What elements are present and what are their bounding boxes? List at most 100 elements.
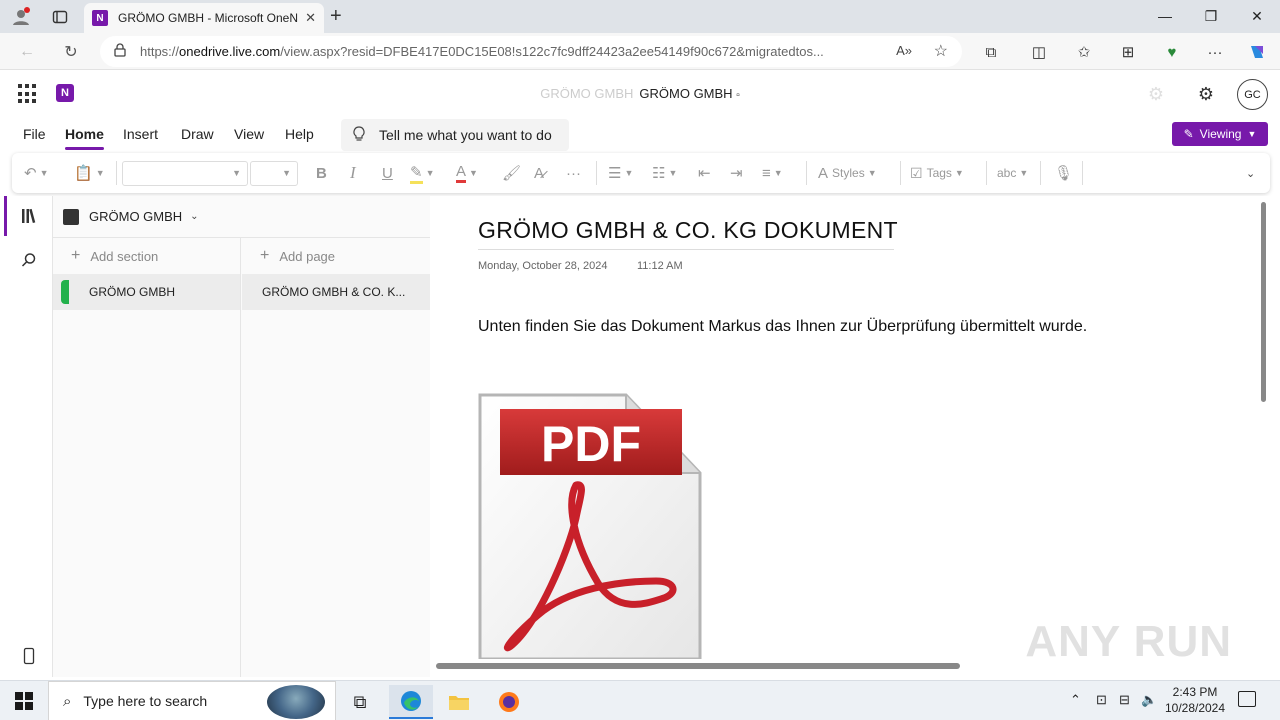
notifications-icon[interactable]	[1238, 691, 1256, 707]
tab-insert[interactable]: Insert	[123, 126, 158, 142]
address-toolbar: ← ↻ https://onedrive.live.com/view.aspx?…	[0, 33, 1280, 70]
close-tab-icon[interactable]: ✕	[305, 10, 316, 26]
start-button[interactable]	[0, 681, 48, 720]
volume-icon[interactable]: 🔈	[1141, 692, 1157, 708]
faded-gear-icon: ⚙	[1147, 84, 1164, 104]
account-avatar[interactable]: GC	[1237, 79, 1268, 110]
rail-active-indicator	[4, 196, 7, 236]
clear-format-icon[interactable]: A̷	[534, 162, 544, 184]
show-hidden-icons-icon[interactable]: ⌃	[1070, 692, 1081, 708]
notebook-name: GRÖMO GMBH	[89, 209, 183, 224]
edge-taskbar-icon[interactable]	[389, 685, 433, 719]
file-explorer-icon[interactable]	[437, 685, 481, 719]
back-icon[interactable]: ←	[14, 39, 40, 65]
bullets-icon[interactable]: ☰ ▼	[608, 162, 633, 184]
add-section-button[interactable]: + Add section	[53, 238, 240, 274]
extensions-icon[interactable]: ⧉	[978, 39, 1004, 65]
page-label: GRÖMO GMBH & CO. K...	[262, 285, 406, 299]
italic-button[interactable]: I	[350, 162, 356, 184]
tab-actions-icon[interactable]	[47, 4, 73, 30]
search-icon: ⌕	[63, 692, 72, 710]
tab-help[interactable]: Help	[285, 126, 314, 142]
task-view-icon[interactable]: ⧉	[338, 685, 382, 719]
tab-draw[interactable]: Draw	[181, 126, 214, 142]
underline-button[interactable]: U	[382, 162, 393, 184]
window-close-icon[interactable]: ✕	[1234, 4, 1280, 28]
search-icon[interactable]	[18, 249, 40, 271]
tell-me-search[interactable]: Tell me what you want to do	[341, 119, 569, 151]
tab-home[interactable]: Home	[65, 126, 104, 150]
more-menu-icon[interactable]: ···	[1202, 39, 1228, 65]
page-canvas[interactable]: GRÖMO GMBH & CO. KG DOKUMENT Monday, Oct…	[430, 196, 1276, 677]
minimize-icon[interactable]: —	[1142, 4, 1188, 28]
page-item[interactable]: GRÖMO GMBH & CO. K...	[242, 274, 430, 310]
align-icon[interactable]: ≡ ▼	[762, 162, 783, 184]
notebooks-icon[interactable]	[18, 205, 40, 227]
tags-button[interactable]: ☑ Tags ▼	[910, 162, 964, 184]
font-color-icon[interactable]: A ▼	[456, 162, 478, 184]
format-painter-icon[interactable]: 🖌	[502, 162, 521, 184]
settings-gear-icon[interactable]: ⚙	[1198, 84, 1214, 105]
browser-tab-bar: N GRÖMO GMBH - Microsoft OneNote ✕ + — ❐…	[0, 0, 1280, 33]
page-time: 11:12 AM	[637, 260, 683, 272]
tab-file[interactable]: File	[23, 126, 46, 142]
divider	[116, 161, 117, 185]
title-underline	[478, 249, 894, 250]
section-item[interactable]: GRÖMO GMBH	[53, 274, 240, 310]
refresh-icon[interactable]: ↻	[58, 39, 84, 65]
indent-icon[interactable]: ⇥	[730, 162, 743, 184]
chevron-down-icon: ▼	[1247, 129, 1257, 139]
pdf-label: PDF	[541, 416, 641, 472]
document-title: GRÖMO GMBH GRÖMO GMBH ▫	[540, 86, 740, 101]
horizontal-scrollbar[interactable]	[436, 663, 960, 669]
new-tab-icon[interactable]: +	[330, 5, 342, 28]
page-title: GRÖMO GMBH & CO. KG DOKUMENT	[478, 217, 898, 243]
numbering-icon[interactable]: ☷ ▼	[652, 162, 677, 184]
outdent-icon[interactable]: ⇤	[698, 162, 711, 184]
clipboard-icon[interactable]: 📋 ▼	[74, 162, 105, 184]
expand-ribbon-chevron-icon[interactable]: ⌄	[1246, 162, 1255, 184]
notebook-icon	[63, 208, 79, 225]
url-text: https://onedrive.live.com/view.aspx?resi…	[140, 44, 824, 59]
firefox-icon[interactable]	[487, 685, 531, 719]
clock-time: 2:43 PM	[1172, 685, 1218, 699]
browser-essentials-icon[interactable]: ♥	[1159, 39, 1185, 65]
divider	[1082, 161, 1083, 185]
viewing-mode-button[interactable]: ✎ Viewing ▼	[1172, 122, 1268, 146]
profile-icon[interactable]	[8, 4, 34, 30]
tab-view[interactable]: View	[234, 126, 264, 142]
favorite-star-icon[interactable]: ☆	[934, 41, 948, 61]
more-font-options-icon[interactable]: ···	[566, 162, 581, 184]
styles-button[interactable]: A Styles ▼	[818, 162, 877, 184]
font-family-select[interactable]: ▼	[122, 161, 248, 186]
browser-tab[interactable]: N GRÖMO GMBH - Microsoft OneNote ✕	[84, 3, 324, 33]
sections-column: + Add section GRÖMO GMBH	[53, 238, 241, 677]
vertical-scrollbar[interactable]	[1261, 202, 1266, 402]
favorites-icon[interactable]: ✩	[1071, 39, 1097, 65]
font-size-select[interactable]: ▼	[250, 161, 298, 186]
add-page-button[interactable]: + Add page	[242, 238, 430, 274]
undo-icon[interactable]: ↶ ▼	[24, 162, 49, 184]
pages-column: + Add page GRÖMO GMBH & CO. K...	[242, 238, 430, 677]
bold-button[interactable]: B	[316, 162, 327, 184]
lock-icon	[114, 43, 126, 60]
mobile-view-icon[interactable]	[18, 645, 40, 667]
read-aloud-icon[interactable]: A»	[896, 43, 912, 58]
restore-icon[interactable]: ❐	[1188, 4, 1234, 28]
onenote-header: N GRÖMO GMBH GRÖMO GMBH ▫ ⚙ ⚙ GC	[4, 71, 1276, 117]
dictate-mic-icon[interactable]: 🎙	[1054, 162, 1073, 184]
collections-icon[interactable]: ⊞	[1115, 39, 1141, 65]
highlight-icon[interactable]: ✎ ▼	[410, 162, 435, 184]
page-date: Monday, October 28, 2024	[478, 260, 608, 272]
taskbar-search-box[interactable]: ⌕ Type here to search	[48, 681, 336, 720]
split-screen-icon[interactable]: ◫	[1026, 39, 1052, 65]
pdf-attachment[interactable]: PDF	[478, 393, 704, 661]
network-icon[interactable]: ⊟	[1119, 692, 1130, 708]
anyrun-watermark: ANY RUN	[1025, 617, 1232, 666]
copilot-icon[interactable]	[1244, 39, 1270, 65]
spelling-button[interactable]: abc ▼	[997, 162, 1028, 184]
address-field[interactable]: https://onedrive.live.com/view.aspx?resi…	[100, 36, 962, 67]
tray-app-icon[interactable]: ⊡	[1096, 692, 1107, 708]
notebook-selector[interactable]: GRÖMO GMBH ⌄	[53, 196, 430, 238]
system-clock[interactable]: 2:43 PM 10/28/2024	[1160, 684, 1230, 716]
